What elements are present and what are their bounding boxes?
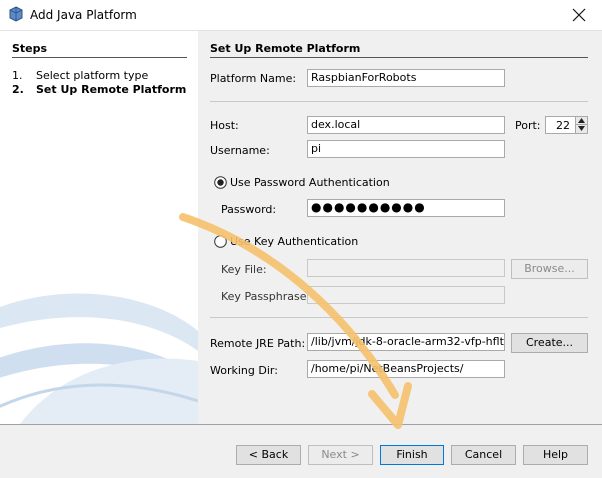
password-label: Password: bbox=[221, 203, 277, 216]
key-file-field[interactable] bbox=[307, 259, 505, 277]
platform-name-label: Platform Name: bbox=[210, 72, 297, 85]
create-button[interactable]: Create... bbox=[511, 333, 588, 353]
help-button[interactable]: Help bbox=[523, 445, 588, 465]
step-select-platform-type: 1. Select platform type bbox=[12, 69, 149, 82]
platform-name-field[interactable]: RaspbianForRobots bbox=[307, 69, 505, 87]
spin-down-button[interactable] bbox=[575, 125, 587, 133]
password-auth-radio[interactable] bbox=[214, 176, 227, 189]
spin-up-button[interactable] bbox=[575, 117, 587, 125]
key-auth-label[interactable]: Use Key Authentication bbox=[230, 235, 358, 248]
working-dir-field[interactable]: /home/pi/NetBeansProjects/ bbox=[307, 360, 505, 378]
username-field[interactable]: pi bbox=[307, 140, 505, 158]
java-cup-icon bbox=[8, 6, 24, 22]
content-panel: Set Up Remote Platform Platform Name: Ra… bbox=[198, 31, 602, 424]
steps-title: Steps bbox=[12, 42, 48, 55]
panel-title-divider bbox=[210, 57, 588, 58]
key-file-label: Key File: bbox=[221, 263, 267, 276]
browse-button[interactable]: Browse... bbox=[511, 259, 588, 279]
chevron-down-icon bbox=[578, 126, 585, 131]
next-button[interactable]: Next > bbox=[308, 445, 373, 465]
host-label: Host: bbox=[210, 119, 239, 132]
key-passphrase-label: Key Passphrase: bbox=[221, 290, 311, 303]
port-spinner[interactable]: 22 bbox=[545, 116, 588, 134]
steps-divider bbox=[12, 57, 187, 58]
section-separator bbox=[210, 317, 588, 318]
close-button[interactable] bbox=[556, 0, 602, 30]
password-field[interactable]: ●●●●●●●●●● bbox=[307, 199, 505, 217]
port-value: 22 bbox=[556, 119, 570, 132]
panel-title: Set Up Remote Platform bbox=[210, 42, 361, 55]
cancel-button[interactable]: Cancel bbox=[451, 445, 516, 465]
remote-jre-path-field[interactable]: /lib/jvm/jdk-8-oracle-arm32-vfp-hflt/jre… bbox=[307, 333, 505, 351]
host-field[interactable]: dex.local bbox=[307, 116, 505, 134]
window-title: Add Java Platform bbox=[30, 8, 137, 22]
username-label: Username: bbox=[210, 144, 270, 157]
chevron-up-icon bbox=[578, 118, 585, 123]
close-icon bbox=[572, 8, 586, 22]
key-passphrase-field[interactable] bbox=[307, 286, 505, 304]
finish-button[interactable]: Finish bbox=[380, 445, 444, 465]
title-bar: Add Java Platform bbox=[0, 0, 602, 31]
button-bar-divider bbox=[0, 424, 602, 425]
step-set-up-remote-platform: 2. Set Up Remote Platform bbox=[12, 83, 187, 96]
remote-jre-path-label: Remote JRE Path: bbox=[210, 337, 306, 350]
working-dir-label: Working Dir: bbox=[210, 364, 278, 377]
key-auth-radio[interactable] bbox=[214, 235, 227, 248]
password-auth-label[interactable]: Use Password Authentication bbox=[230, 176, 390, 189]
section-separator bbox=[210, 101, 588, 102]
steps-panel: Steps 1. Select platform type 2. Set Up Re… bbox=[0, 31, 198, 424]
port-label: Port: bbox=[515, 119, 541, 132]
back-button[interactable]: < Back bbox=[236, 445, 301, 465]
